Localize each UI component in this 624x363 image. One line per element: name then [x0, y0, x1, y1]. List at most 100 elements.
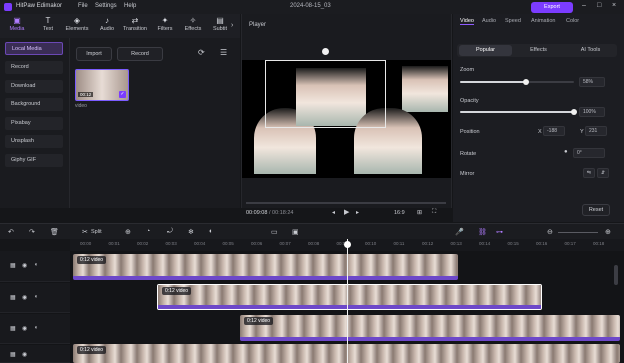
menu-settings[interactable]: Settings: [95, 3, 117, 9]
position-x-input[interactable]: -188: [543, 126, 565, 136]
tab-audio[interactable]: ♪ Audio: [93, 16, 121, 38]
media-toolbar: ▣ Media T Text ◈ Elements ♪ Audio ⇄ Transitio…: [0, 14, 240, 38]
snapshot-icon[interactable]: ▣: [292, 228, 299, 236]
playhead-line[interactable]: [347, 239, 348, 363]
player-title: Player: [249, 22, 267, 28]
position-y-input[interactable]: 231: [585, 126, 607, 136]
sort-icon[interactable]: ☰: [220, 48, 227, 57]
fit-icon[interactable]: ⊞: [417, 209, 422, 216]
aspect-ratio-select[interactable]: 16:9: [394, 210, 405, 216]
text-icon: T: [45, 16, 51, 25]
tab-text[interactable]: T Text: [34, 16, 62, 38]
menu-help[interactable]: Help: [124, 3, 136, 9]
prev-frame-icon[interactable]: ◂: [332, 209, 335, 216]
sidebar-item-unsplash[interactable]: Unsplash: [5, 135, 63, 148]
snap-icon[interactable]: ⊶: [496, 228, 503, 236]
tab-video[interactable]: Video: [460, 18, 474, 25]
scrollbar[interactable]: [614, 265, 618, 285]
ruler-tick-label: 00:06: [251, 241, 263, 246]
playhead-knob[interactable]: [344, 241, 351, 248]
thumb-duration: 00:12: [78, 92, 94, 97]
next-frame-icon[interactable]: ▸: [356, 209, 359, 216]
tab-elements[interactable]: ◈ Elements: [63, 16, 91, 38]
zoom-slider[interactable]: [460, 79, 574, 85]
mirror-vertical-button[interactable]: ⇵: [597, 168, 609, 178]
crop-icon[interactable]: ⊕: [125, 228, 131, 236]
tab-effects[interactable]: ✧ Effects: [179, 16, 207, 38]
tab-audio[interactable]: Audio: [482, 18, 496, 24]
rotate-handle[interactable]: [322, 48, 329, 55]
reset-button[interactable]: Reset: [582, 204, 610, 216]
video-clip[interactable]: 0:12 video: [240, 315, 620, 341]
zoom-slider-knob[interactable]: [523, 79, 530, 85]
video-clip[interactable]: 0:12 video: [73, 254, 458, 280]
record-button[interactable]: Record: [117, 47, 163, 61]
tab-animation[interactable]: Animation: [531, 18, 555, 24]
play-icon[interactable]: ▶: [344, 208, 349, 216]
sidebar-item-giphy[interactable]: Giphy GIF: [5, 154, 63, 167]
ruler-tick-label: 00:10: [365, 241, 377, 246]
mute-icon[interactable]: ◖: [34, 325, 38, 331]
tab-subtitle[interactable]: ▤ Subtit: [206, 16, 234, 38]
mute-icon[interactable]: ◖: [34, 262, 38, 268]
link-icon[interactable]: ⛓: [478, 228, 487, 236]
split-icon[interactable]: ✂: [82, 228, 88, 236]
sidebar-item-local-media[interactable]: Local Media: [5, 42, 63, 55]
tab-media[interactable]: ▣ Media: [3, 16, 31, 38]
delete-icon[interactable]: 🗑: [50, 228, 59, 236]
video-frame-right: [402, 66, 448, 112]
timeline-zoom-slider[interactable]: [558, 232, 598, 233]
maximize-icon[interactable]: □: [597, 2, 601, 9]
mask-icon[interactable]: ◐: [209, 228, 213, 235]
rotate-value-input[interactable]: 0°: [573, 148, 605, 158]
rotate-icon[interactable]: ⤾: [167, 228, 173, 236]
menu-file[interactable]: File: [78, 3, 88, 9]
subtab-popular[interactable]: Popular: [459, 45, 512, 56]
tab-transition[interactable]: ⇄ Transition: [121, 16, 149, 38]
mirror-horizontal-button[interactable]: ⇋: [583, 168, 595, 178]
speed-icon[interactable]: ◔: [146, 228, 150, 235]
video-clip-selected[interactable]: 0:12 video: [157, 284, 542, 310]
microphone-icon[interactable]: 🎤: [455, 228, 464, 236]
selection-box[interactable]: [265, 60, 386, 128]
toolbar-next-icon[interactable]: ›: [231, 22, 233, 29]
lock-icon[interactable]: ▦: [10, 325, 16, 332]
refresh-icon[interactable]: ⟳: [198, 48, 205, 57]
zoom-in-icon[interactable]: ⊕: [605, 228, 611, 236]
subtab-ai-tools[interactable]: AI Tools: [564, 45, 617, 56]
mute-icon[interactable]: ◖: [34, 294, 38, 300]
lock-icon[interactable]: ▦: [10, 262, 16, 269]
close-icon[interactable]: ×: [612, 2, 616, 9]
tab-color[interactable]: Color: [566, 18, 579, 24]
lock-icon[interactable]: ▦: [10, 294, 16, 301]
opacity-slider-knob[interactable]: [571, 109, 577, 115]
redo-icon[interactable]: ↷: [29, 228, 35, 236]
zoom-value-input[interactable]: 58%: [579, 77, 605, 87]
marker-icon[interactable]: ▭: [271, 228, 278, 236]
subtab-effects[interactable]: Effects: [512, 45, 565, 56]
eye-icon[interactable]: ◉: [22, 325, 27, 332]
export-button[interactable]: Export: [531, 2, 573, 13]
sidebar-item-background[interactable]: Background: [5, 98, 63, 111]
lock-icon[interactable]: ▦: [10, 351, 16, 358]
opacity-slider[interactable]: [460, 109, 577, 115]
media-thumbnail[interactable]: 00:12 ✓: [75, 69, 129, 101]
freeze-icon[interactable]: ❄: [188, 228, 194, 236]
eye-icon[interactable]: ◉: [22, 351, 27, 358]
fullscreen-icon[interactable]: ⛶: [432, 209, 436, 216]
sidebar-item-record[interactable]: Record: [5, 61, 63, 74]
sidebar-item-download[interactable]: Download: [5, 80, 63, 93]
opacity-value-input[interactable]: 100%: [579, 107, 605, 117]
undo-icon[interactable]: ↶: [8, 228, 14, 236]
rotate-dial-icon[interactable]: ●: [564, 149, 568, 155]
tab-filters[interactable]: ✦ Filters: [151, 16, 179, 38]
minimize-icon[interactable]: –: [582, 2, 586, 9]
eye-icon[interactable]: ◉: [22, 262, 27, 269]
import-button[interactable]: Import: [76, 47, 112, 61]
progress-track[interactable]: [246, 202, 446, 204]
tab-speed[interactable]: Speed: [505, 18, 521, 24]
zoom-out-icon[interactable]: ⊖: [547, 228, 553, 236]
split-label[interactable]: Split: [91, 229, 102, 235]
eye-icon[interactable]: ◉: [22, 294, 27, 301]
sidebar-item-pixabay[interactable]: Pixabay: [5, 117, 63, 130]
